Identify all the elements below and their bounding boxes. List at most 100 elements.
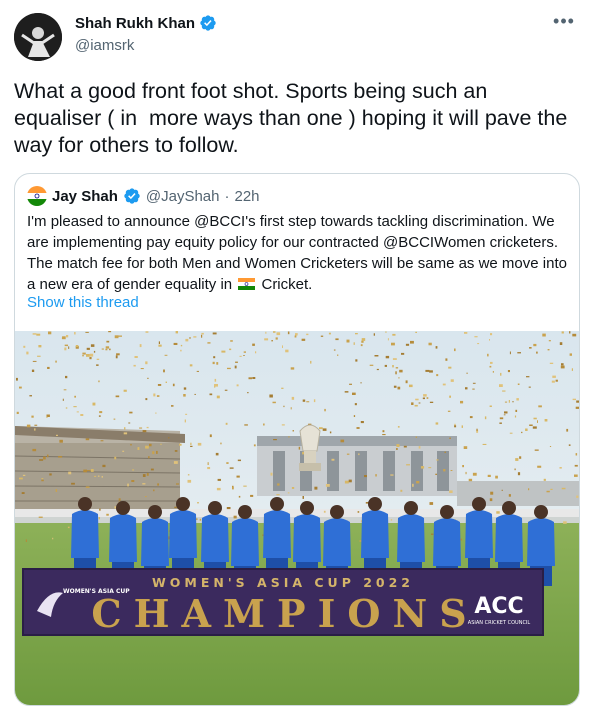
author-name-row: Shah Rukh Khan (75, 14, 217, 32)
confetti-piece (313, 399, 316, 403)
confetti-piece (64, 347, 67, 351)
quoted-author-avatar[interactable] (27, 186, 47, 206)
confetti-piece (106, 340, 110, 343)
confetti-piece (551, 380, 555, 383)
confetti-piece (173, 342, 178, 345)
confetti-piece (193, 336, 197, 338)
confetti-piece (503, 414, 506, 416)
confetti-piece (376, 368, 379, 371)
confetti-piece (101, 476, 103, 478)
show-thread-link[interactable]: Show this thread (27, 294, 139, 311)
confetti-piece (533, 343, 537, 347)
confetti-piece (514, 468, 516, 471)
confetti-piece (277, 483, 280, 486)
confetti-piece (209, 434, 212, 438)
confetti-piece (41, 479, 44, 482)
confetti-piece (201, 334, 203, 338)
confetti-piece (542, 333, 546, 337)
confetti-piece (147, 377, 149, 379)
verified-badge-icon (199, 14, 217, 32)
confetti-piece (86, 354, 90, 357)
confetti-piece (360, 382, 362, 384)
confetti-piece (213, 356, 216, 359)
confetti-piece (574, 474, 578, 477)
confetti-piece (137, 447, 140, 450)
quoted-tweet[interactable]: Jay Shah @JayShah · 22h I'm pleased to a… (14, 173, 580, 706)
confetti-piece (65, 375, 68, 379)
confetti-piece (295, 333, 298, 336)
confetti-piece (139, 344, 142, 348)
confetti-piece (55, 489, 58, 492)
confetti-piece (460, 400, 464, 404)
confetti-piece (322, 428, 327, 431)
confetti-piece (390, 519, 393, 521)
confetti-piece (234, 365, 237, 369)
confetti-piece (496, 511, 500, 514)
tweet: Shah Rukh Khan @iamsrk ••• What a good f… (0, 0, 592, 719)
confetti-piece (183, 387, 187, 390)
confetti-piece (184, 419, 186, 423)
more-horizontal-icon[interactable]: ••• (552, 12, 576, 34)
quoted-author-handle: @JayShah (145, 187, 220, 205)
confetti-piece (415, 398, 419, 401)
confetti-piece (287, 492, 290, 494)
confetti-piece (31, 415, 34, 418)
champions-banner: WOMEN'S ASIA CUP 2022 CHAMPIONS WOMEN'S … (22, 568, 544, 636)
confetti-piece (100, 440, 104, 442)
confetti-piece (158, 341, 160, 344)
confetti-piece (319, 427, 323, 430)
confetti-piece (335, 338, 339, 341)
confetti-piece (403, 445, 407, 448)
confetti-piece (390, 474, 394, 476)
author-avatar[interactable] (14, 13, 62, 61)
confetti-piece (90, 344, 95, 347)
confetti-piece (99, 411, 103, 414)
confetti-piece (74, 395, 76, 398)
author-display-name[interactable]: Shah Rukh Khan (75, 15, 195, 32)
confetti-piece (129, 411, 133, 414)
confetti-piece (576, 400, 579, 403)
confetti-piece (426, 397, 429, 399)
confetti-piece (489, 405, 492, 407)
confetti-piece (294, 335, 297, 338)
confetti-piece (227, 367, 231, 370)
confetti-piece (323, 510, 326, 513)
confetti-piece (489, 365, 492, 368)
confetti-piece (393, 385, 397, 388)
confetti-piece (216, 395, 220, 399)
confetti-piece (320, 335, 324, 337)
confetti-piece (306, 401, 310, 403)
confetti-piece (418, 402, 421, 404)
champions-photo[interactable]: WOMEN'S ASIA CUP 2022 CHAMPIONS WOMEN'S … (15, 331, 579, 705)
confetti-piece (174, 450, 178, 452)
confetti-piece (197, 502, 199, 504)
confetti-piece (401, 352, 405, 355)
quoted-timestamp[interactable]: 22h (234, 188, 259, 205)
confetti-piece (385, 355, 390, 359)
confetti-piece (397, 386, 401, 390)
confetti-piece (16, 411, 19, 414)
confetti-piece (122, 450, 125, 452)
confetti-piece (418, 446, 421, 449)
confetti-piece (302, 399, 306, 402)
confetti-piece (429, 370, 433, 373)
confetti-piece (282, 345, 283, 348)
confetti-piece (454, 348, 456, 352)
confetti-piece (561, 363, 564, 366)
confetti-piece (395, 371, 397, 375)
confetti-piece (399, 369, 403, 373)
confetti-piece (238, 495, 241, 498)
confetti-piece (466, 372, 468, 374)
confetti-piece (243, 355, 245, 356)
confetti-piece (142, 430, 147, 433)
confetti-piece (62, 336, 66, 340)
confetti-piece (132, 469, 135, 471)
confetti-piece (569, 353, 572, 356)
confetti-piece (325, 484, 330, 487)
confetti-piece (502, 390, 506, 392)
logo-left-text: WOMEN'S ASIA CUP (63, 588, 130, 595)
confetti-piece (49, 473, 52, 476)
author-handle[interactable]: @iamsrk (75, 37, 134, 54)
confetti-piece (538, 405, 542, 408)
confetti-piece (448, 366, 452, 369)
